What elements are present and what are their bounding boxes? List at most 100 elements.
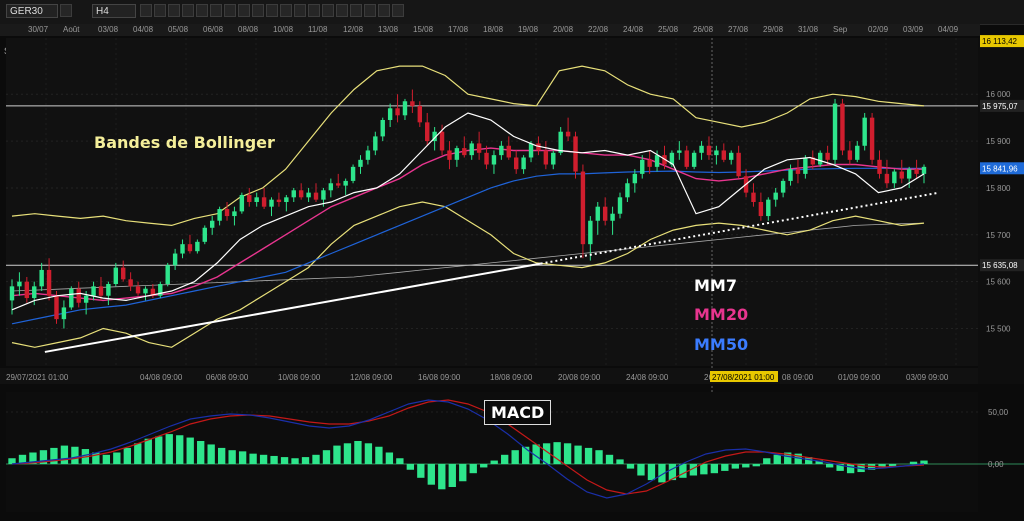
candle-body	[521, 157, 526, 170]
crosshair-time-label: 27/08/2021 01:00	[712, 373, 775, 382]
candle-body	[729, 152, 734, 160]
time-tick-label: 10/08 09:00	[278, 373, 321, 382]
price-tick-label: 15 700	[986, 231, 1011, 240]
price-panel-bg	[6, 38, 978, 366]
macd-histogram-bar	[459, 464, 467, 482]
macd-histogram-bar	[396, 458, 404, 464]
candle-body	[832, 103, 838, 160]
price-chart[interactable]: 16 000 15 900 15 800 15 700 15 600 15 500 16 1…	[0, 0, 1024, 521]
candle-body	[513, 157, 519, 170]
price-level-label: 15 635,08	[982, 261, 1018, 270]
candle-body	[773, 192, 778, 200]
macd-histogram-bar	[134, 443, 142, 464]
candle-body	[165, 265, 170, 284]
candle-body	[336, 183, 341, 186]
macd-histogram-bar	[228, 450, 236, 464]
macd-histogram-bar	[710, 464, 719, 474]
macd-histogram-bar	[270, 455, 278, 464]
candle-body	[54, 295, 59, 320]
candle-body	[588, 220, 593, 245]
candle-body	[840, 103, 845, 151]
macd-histogram-bar	[113, 452, 121, 464]
candle-body	[899, 171, 904, 179]
candle-body	[128, 279, 133, 287]
candle-body	[387, 108, 393, 120]
macd-histogram-bar	[71, 446, 79, 464]
candle-body	[298, 190, 304, 198]
macd-histogram-bar	[574, 445, 582, 464]
mm20-label: MM20	[694, 305, 749, 324]
candle-body	[232, 211, 237, 217]
candle-body	[565, 131, 571, 137]
macd-histogram-bar	[8, 458, 16, 464]
macd-histogram-bar	[469, 464, 477, 474]
time-tick-label: 20/08 09:00	[558, 373, 601, 382]
macd-histogram-bar	[60, 445, 69, 464]
macd-histogram-bar	[217, 447, 226, 464]
candle-body	[98, 286, 104, 296]
macd-histogram-bar	[259, 454, 268, 464]
candle-body	[817, 152, 823, 165]
candle-body	[276, 199, 282, 202]
macd-histogram-bar	[427, 464, 435, 485]
candle-body	[484, 152, 489, 165]
candle-body	[751, 192, 756, 202]
candle-body	[803, 157, 808, 174]
price-level-label: 16 113,42	[982, 37, 1018, 46]
time-tick-label: 08 09:00	[782, 373, 814, 382]
macd-histogram-bar	[438, 464, 446, 490]
candle-body	[825, 152, 830, 160]
macd-histogram-bar	[920, 460, 928, 464]
macd-histogram-bar	[448, 464, 456, 487]
candle-body	[350, 166, 356, 181]
candle-body	[780, 180, 786, 193]
macd-histogram-bar	[207, 444, 215, 464]
macd-histogram-bar	[375, 446, 383, 464]
candle-body	[862, 117, 867, 146]
macd-histogram-bar	[616, 459, 624, 464]
candle-body	[706, 145, 712, 156]
candle-body	[877, 159, 882, 174]
candle-body	[847, 150, 853, 160]
candle-body	[61, 307, 67, 320]
macd-histogram-bar	[909, 461, 918, 464]
macd-histogram-bar	[385, 452, 394, 464]
time-tick-label: 04/08 09:00	[140, 373, 183, 382]
price-tick-label: 15 900	[986, 137, 1011, 146]
macd-histogram-bar	[186, 437, 194, 464]
bollinger-label: Bandes de Bollinger	[94, 133, 275, 152]
candle-body	[224, 209, 230, 217]
time-tick-label: 01/09 09:00	[838, 373, 881, 382]
candle-body	[254, 197, 259, 202]
candle-body	[328, 183, 334, 191]
candle-body	[135, 286, 141, 294]
macd-histogram-bar	[605, 454, 614, 464]
candle-body	[551, 152, 556, 165]
candle-body	[76, 288, 81, 303]
candle-body	[580, 171, 586, 245]
candle-body	[721, 150, 727, 160]
candle-body	[395, 108, 400, 116]
candle-body	[476, 143, 482, 153]
candle-body	[691, 152, 697, 167]
candle-body	[625, 183, 630, 198]
candle-body	[699, 145, 704, 153]
candle-body	[83, 295, 89, 303]
candle-body	[462, 148, 467, 156]
macd-histogram-bar	[406, 464, 415, 470]
macd-tick-label: 0,00	[988, 460, 1004, 469]
candle-body	[32, 286, 37, 299]
candle-body	[795, 169, 801, 174]
candle-body	[558, 131, 563, 153]
candle-body	[365, 150, 371, 160]
candle-body	[39, 269, 44, 287]
macd-histogram-bar	[595, 450, 603, 464]
candle-body	[766, 199, 771, 217]
time-tick-label: 29/07/2021 01:00	[6, 373, 69, 382]
candle-body	[380, 120, 385, 137]
macd-histogram-bar	[312, 454, 320, 464]
candle-body	[121, 267, 126, 280]
candle-body	[788, 169, 793, 181]
candle-body	[906, 169, 912, 179]
candle-body	[758, 202, 764, 217]
